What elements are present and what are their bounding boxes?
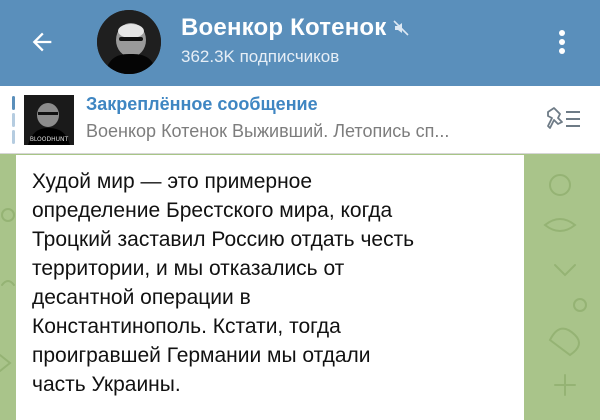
more-options-button[interactable] [544,24,580,60]
channel-title[interactable]: Военкор Котенок [181,14,387,42]
message-bubble[interactable]: Худой мир — это примерное определение Бр… [16,155,524,420]
svg-text:BLOODHUNT: BLOODHUNT [30,136,69,143]
app-bar: Военкор Котенок 362.3K подписчиков [0,0,600,86]
muted-icon [392,20,409,36]
more-vertical-icon [559,30,565,54]
back-button[interactable] [20,20,64,64]
subscriber-count: 362.3K подписчиков [181,47,340,66]
pinned-indicator [12,96,15,144]
pinned-thumbnail: BLOODHUNT [24,95,74,145]
pin-list-icon [547,107,580,129]
arrow-left-icon [32,32,52,52]
channel-avatar[interactable] [97,10,161,74]
pinned-list-button[interactable] [542,102,586,138]
pinned-label: Закреплённое сообщение [86,94,318,114]
pinned-message-bar[interactable]: BLOODHUNT Закреплённое сообщение Военкор… [0,86,600,154]
pinned-preview: Военкор Котенок Выживший. Летопись сп... [86,121,450,141]
message-text: Худой мир — это примерное определение Бр… [32,170,415,396]
